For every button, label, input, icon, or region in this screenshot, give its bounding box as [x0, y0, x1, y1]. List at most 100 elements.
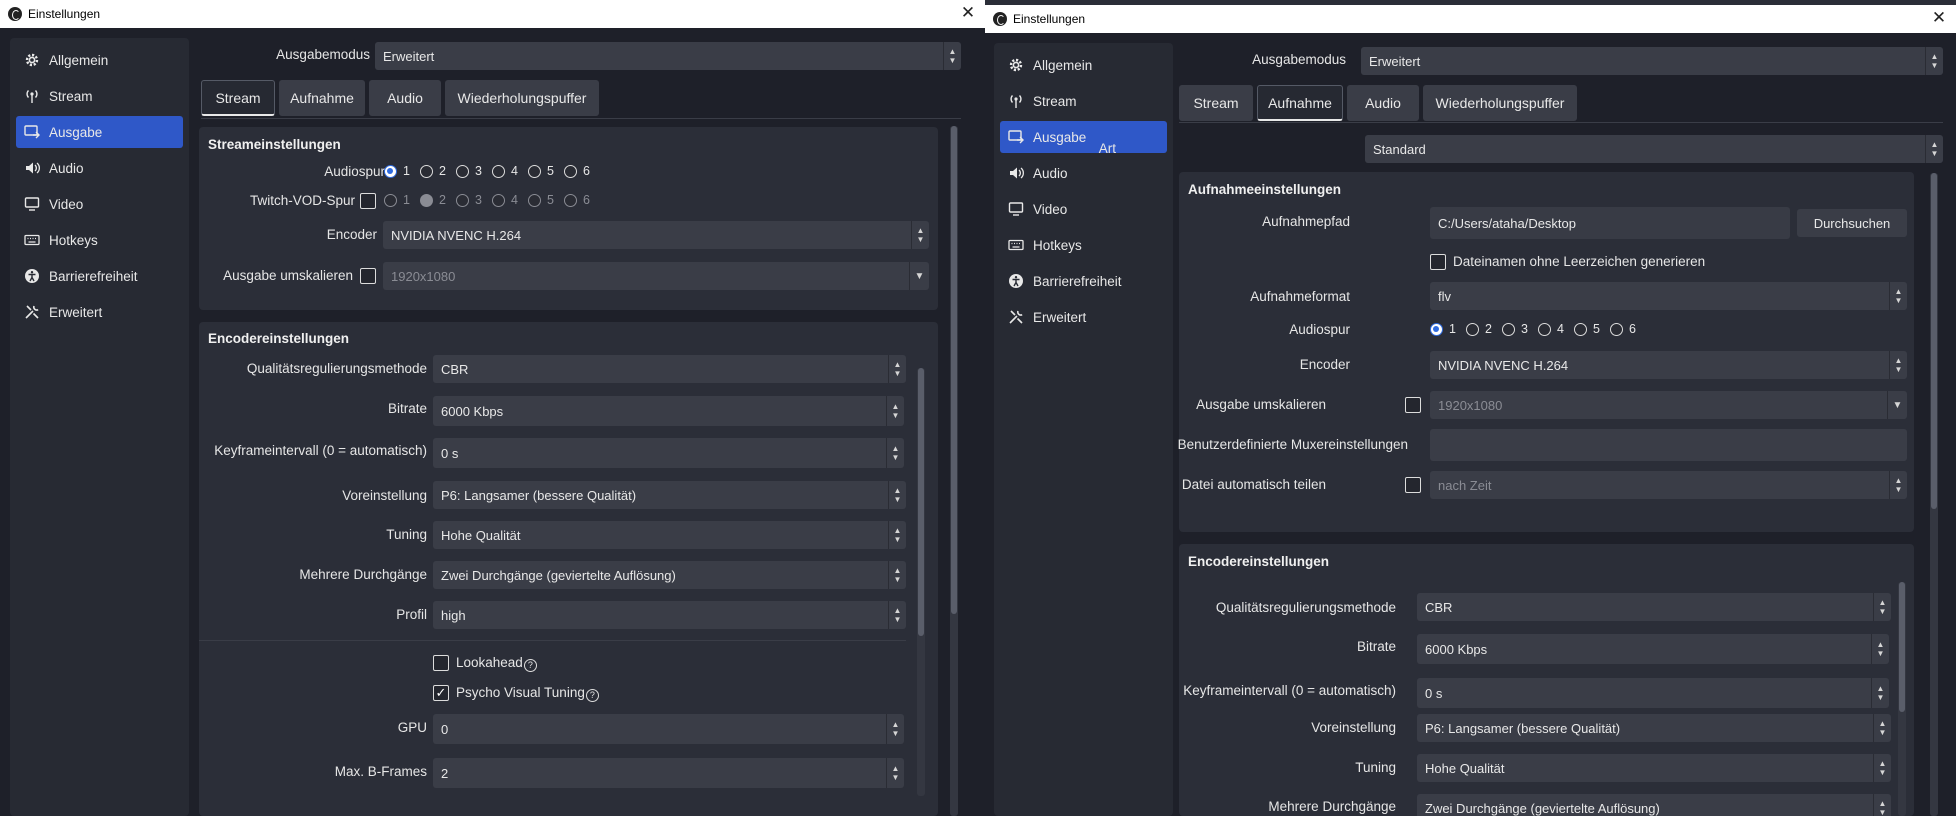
audio-track-radio-6[interactable]: 6	[1610, 322, 1636, 336]
keyframe-spinbox[interactable]: 0 s ▲ ▼	[1417, 678, 1889, 708]
multipass-select[interactable]: Zwei Durchgänge (geviertelte Auflösung) …	[1417, 794, 1891, 816]
scrollbar[interactable]	[1930, 173, 1938, 816]
scrollbar-thumb[interactable]	[1931, 173, 1937, 509]
sidebar-item-general[interactable]: Allgemein	[1000, 49, 1167, 81]
sidebar-item-general[interactable]: Allgemein	[16, 44, 183, 76]
close-icon[interactable]: ✕	[1930, 8, 1948, 28]
audio-track-radio-5[interactable]: 5	[1574, 322, 1600, 336]
sidebar-item-advanced[interactable]: Erweitert	[16, 296, 183, 328]
tab-replay-buffer[interactable]: Wiederholungspuffer	[1423, 85, 1577, 121]
sidebar-item-output[interactable]: Ausgabe	[16, 116, 183, 148]
sidebar-item-hotkeys[interactable]: Hotkeys	[1000, 229, 1167, 261]
stepper-icon[interactable]: ▲ ▼	[886, 438, 904, 468]
audio-track-radio-2[interactable]: 2	[1466, 322, 1492, 336]
auto-split-select[interactable]: nach Zeit ▲ ▼	[1430, 471, 1907, 499]
lookahead-label: Lookahead?	[456, 655, 537, 672]
rescale-resolution-select[interactable]: 1920x1080 ▼	[1430, 391, 1907, 419]
encoder-select[interactable]: NVIDIA NVENC H.264 ▲ ▼	[383, 221, 929, 249]
profile-select[interactable]: high ▲ ▼	[433, 601, 906, 629]
muxer-settings-input[interactable]	[1430, 429, 1907, 461]
twitch-track-radio-4[interactable]: 4	[492, 193, 518, 207]
bframes-spinbox[interactable]: 2 ▲ ▼	[433, 758, 904, 788]
preset-select[interactable]: P6: Langsamer (bessere Qualität) ▲ ▼	[433, 481, 906, 509]
sidebar-item-audio[interactable]: Audio	[1000, 157, 1167, 189]
audio-track-radio-3[interactable]: 3	[1502, 322, 1528, 336]
lookahead-checkbox[interactable]	[433, 655, 449, 671]
no-space-filenames-checkbox[interactable]	[1430, 254, 1446, 270]
encoder-select[interactable]: NVIDIA NVENC H.264 ▲ ▼	[1430, 351, 1907, 379]
sidebar-item-video[interactable]: Video	[1000, 193, 1167, 225]
sidebar-item-advanced[interactable]: Erweitert	[1000, 301, 1167, 333]
audio-track-radio-2[interactable]: 2	[420, 164, 446, 178]
audio-track-radio-1[interactable]: 1	[1430, 322, 1456, 336]
twitch-track-radio-5[interactable]: 5	[528, 193, 554, 207]
tab-audio[interactable]: Audio	[369, 80, 441, 116]
stepper-icon[interactable]: ▲ ▼	[886, 396, 904, 426]
close-icon[interactable]: ✕	[959, 3, 977, 23]
audio-track-radio-4[interactable]: 4	[1538, 322, 1564, 336]
output-mode-select[interactable]: Erweitert ▲ ▼	[375, 42, 961, 70]
help-icon[interactable]: ?	[585, 689, 599, 702]
stepper-icon[interactable]: ▲ ▼	[1871, 634, 1889, 664]
radio-label: 2	[439, 193, 446, 207]
scrollbar-thumb[interactable]	[1899, 582, 1905, 712]
inner-scrollbar[interactable]	[1898, 582, 1906, 816]
scrollbar-thumb[interactable]	[951, 126, 957, 614]
bitrate-spinbox[interactable]: 6000 Kbps ▲ ▼	[433, 396, 904, 426]
tab-audio[interactable]: Audio	[1347, 85, 1419, 121]
stepper-icon[interactable]: ▲ ▼	[1871, 678, 1889, 708]
inner-scrollbar[interactable]	[917, 368, 925, 796]
rescale-resolution-select[interactable]: 1920x1080 ▼	[383, 262, 929, 290]
sidebar-item-video[interactable]: Video	[16, 188, 183, 220]
tab-label: Aufnahme	[290, 90, 354, 106]
scrollbar-thumb[interactable]	[918, 368, 924, 636]
tab-recording[interactable]: Aufnahme	[1257, 85, 1343, 121]
type-select[interactable]: Standard ▲ ▼	[1365, 135, 1943, 163]
audio-track-radio-1[interactable]: 1	[384, 164, 410, 178]
rescale-checkbox[interactable]	[1405, 397, 1421, 413]
tuning-select[interactable]: Hohe Qualität ▲ ▼	[433, 521, 906, 549]
auto-split-checkbox[interactable]	[1405, 477, 1421, 493]
browse-button[interactable]: Durchsuchen	[1797, 209, 1907, 237]
multipass-select[interactable]: Zwei Durchgänge (geviertelte Auflösung) …	[433, 561, 906, 589]
keyframe-spinbox[interactable]: 0 s ▲ ▼	[433, 438, 904, 468]
sidebar-item-stream[interactable]: Stream	[16, 80, 183, 112]
sidebar-item-audio[interactable]: Audio	[16, 152, 183, 184]
sidebar-item-hotkeys[interactable]: Hotkeys	[16, 224, 183, 256]
rate-control-select[interactable]: CBR ▲ ▼	[433, 355, 906, 383]
spinner-icon: ▲ ▼	[888, 601, 906, 629]
twitch-track-radio-3[interactable]: 3	[456, 193, 482, 207]
twitch-track-radio-6[interactable]: 6	[564, 193, 590, 207]
recording-format-select[interactable]: flv ▲ ▼	[1430, 282, 1907, 310]
twitch-vod-checkbox[interactable]	[360, 193, 376, 209]
sidebar-item-stream[interactable]: Stream	[1000, 85, 1167, 117]
rate-control-select[interactable]: CBR ▲ ▼	[1417, 593, 1891, 621]
bitrate-spinbox[interactable]: 6000 Kbps ▲ ▼	[1417, 634, 1889, 664]
tuning-select[interactable]: Hohe Qualität ▲ ▼	[1417, 754, 1891, 782]
audio-track-radio-3[interactable]: 3	[456, 164, 482, 178]
help-icon[interactable]: ?	[523, 659, 537, 672]
audio-track-radio-5[interactable]: 5	[528, 164, 554, 178]
stepper-icon[interactable]: ▲ ▼	[886, 758, 904, 788]
title-bar: Einstellungen ✕	[0, 0, 985, 28]
sidebar-item-output[interactable]: Ausgabe	[1000, 121, 1167, 153]
tab-replay-buffer[interactable]: Wiederholungspuffer	[445, 80, 599, 116]
twitch-track-radio-2[interactable]: 2	[420, 193, 446, 207]
audio-track-radio-6[interactable]: 6	[564, 164, 590, 178]
tab-stream[interactable]: Stream	[201, 80, 275, 116]
tab-recording[interactable]: Aufnahme	[279, 80, 365, 116]
rescale-checkbox[interactable]	[360, 268, 376, 284]
psycho-visual-checkbox[interactable]: ✓	[433, 685, 449, 701]
spinner-icon: ▲ ▼	[1873, 754, 1891, 782]
scrollbar[interactable]	[950, 126, 958, 816]
preset-select[interactable]: P6: Langsamer (bessere Qualität) ▲ ▼	[1417, 714, 1891, 742]
sidebar-item-accessibility[interactable]: Barrierefreiheit	[16, 260, 183, 292]
stepper-icon[interactable]: ▲ ▼	[886, 714, 904, 744]
recording-path-input[interactable]: C:/Users/ataha/Desktop	[1430, 207, 1790, 239]
output-mode-select[interactable]: Erweitert ▲ ▼	[1361, 47, 1943, 75]
sidebar-item-accessibility[interactable]: Barrierefreiheit	[1000, 265, 1167, 297]
gpu-spinbox[interactable]: 0 ▲ ▼	[433, 714, 904, 744]
audio-track-radio-4[interactable]: 4	[492, 164, 518, 178]
tab-stream[interactable]: Stream	[1179, 85, 1253, 121]
twitch-track-radio-1[interactable]: 1	[384, 193, 410, 207]
